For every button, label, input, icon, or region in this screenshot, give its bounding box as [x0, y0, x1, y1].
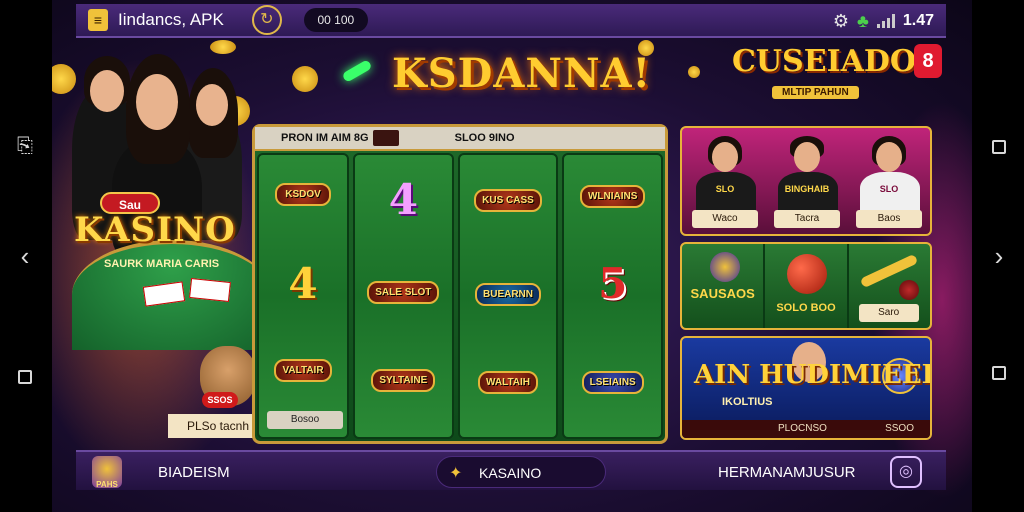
dealer-label: BINGHAIB [784, 184, 830, 194]
slot-symbol: LSEIAINS [564, 371, 661, 394]
bear-badge: SSOS [202, 392, 238, 408]
slot-symbol: BUEARNN [460, 283, 557, 306]
slot-symbol: SALE SLOT [355, 281, 452, 304]
ball-icon [898, 280, 919, 300]
square-icon[interactable] [992, 140, 1006, 154]
dealer-label: SLO [715, 184, 735, 194]
dealer-tag[interactable]: Baos [856, 210, 922, 228]
slot-reel[interactable]: WLNIAINS 5 LSEIAINS [562, 153, 664, 439]
host-face [90, 70, 124, 112]
refresh-button[interactable]: ↻ [251, 5, 282, 35]
mini-game-label: SAUSAOS [690, 286, 755, 301]
dealer-face [876, 142, 902, 172]
dealer-card[interactable]: SLO [688, 136, 764, 212]
slot-symbol: VALTAIR [259, 359, 347, 382]
menu-icon[interactable]: ◎ [890, 456, 922, 488]
bottom-nav-left[interactable]: BIADEISM [158, 464, 230, 481]
slot-symbol: WLNIAINS [564, 185, 661, 208]
left-nav-bar: ⎘ ‹ [0, 0, 50, 512]
slot-reel[interactable]: KSDOV 4 VALTAIR Bosoo [257, 153, 349, 439]
game-emblem [710, 252, 740, 282]
slot-symbol: SYLTAINE [355, 369, 452, 392]
overview-icon[interactable] [992, 366, 1006, 380]
dealer-card[interactable]: SLO [852, 136, 928, 212]
slot-reels: KSDOV 4 VALTAIR Bosoo 4 SALE SLOT SYLTAI… [257, 153, 664, 439]
banner-subtitle: IKOLTIUS [722, 396, 773, 408]
home-icon[interactable] [18, 370, 32, 384]
cards-decoration [189, 277, 231, 303]
bottom-nav-right[interactable]: HERMANAMJUSUR [718, 464, 856, 481]
ball-icon [787, 254, 828, 294]
mini-game-tile[interactable]: SAUSAOS [682, 244, 766, 328]
dice-icon: ✦ [449, 465, 463, 482]
mini-game-tag[interactable]: Saro [858, 304, 919, 322]
slot-header-right: SLOO 9INO [454, 132, 515, 144]
dealer-tag[interactable]: Waco [692, 210, 758, 228]
banner-strip-right: SSOO [885, 423, 914, 434]
slot-symbol: 4 [288, 259, 318, 308]
slot-machine[interactable]: PRON IM AIM 8G SLOO 9INO KSDOV 4 VALTAIR… [252, 124, 668, 444]
hero-banner[interactable]: SAURK MARIA CARIS Sau KASINO SSOS PLSo t… [52, 40, 272, 440]
forward-icon[interactable]: › [987, 243, 1011, 269]
game-frame: ≡ Iindancs, APK ↻ 00 100 ⚙ ♣ 1.47 SAURK … [52, 0, 972, 512]
dealer-tag[interactable]: Tacra [774, 210, 840, 228]
mascot-caption: PAHS [96, 480, 118, 489]
slot-symbol: WALTAIH [460, 371, 557, 394]
slot-header-mark [372, 130, 399, 146]
mini-game-tile[interactable]: SOLO BOO [765, 244, 849, 328]
recent-apps-icon[interactable]: ⎘ [13, 134, 37, 158]
clover-icon: ♣ [857, 10, 869, 31]
dealer-face [712, 142, 738, 172]
bottom-nav-bar: PAHS BIADEISM ✦ KASAINO HERMANAMJUSUR ◎ [76, 450, 946, 490]
banner-strip-left: PLOCNSO [778, 423, 827, 434]
clock-time: 1.47 [902, 12, 934, 29]
chip-decoration [52, 64, 76, 94]
bottom-nav-center-label: KASAINO [479, 465, 542, 481]
dealer-card[interactable]: BINGHAIB [770, 136, 846, 212]
host-face [136, 74, 178, 130]
dealer-label: SLO [879, 184, 899, 194]
slot-header: PRON IM AIM 8G SLOO 9INO [255, 127, 665, 151]
coin-balance: 00 100 [303, 8, 368, 32]
slot-symbol: 4 [388, 175, 418, 224]
banner-title: AIN HUDIMIEED [694, 360, 932, 390]
coin-decoration [688, 66, 700, 78]
slot-footer-label[interactable]: Bosoo [267, 411, 343, 429]
gem-decoration [341, 59, 373, 83]
slot-symbol: KUS CASS [460, 189, 557, 212]
banner-strip: PLOCNSO SSOO [682, 420, 930, 438]
table-text: SAURK MARIA CARIS [104, 258, 220, 270]
host-face [196, 84, 228, 126]
gear-icon[interactable]: ⚙ [833, 11, 849, 32]
coin-decoration [292, 66, 318, 92]
casino-promo-subtitle: MLTIP PAHUN [772, 86, 859, 99]
right-nav-bar: › [974, 0, 1024, 512]
coin-decoration [638, 40, 654, 56]
status-icons: ⚙ ♣ 1.47 [833, 4, 934, 38]
slot-symbol: 5 [598, 259, 628, 308]
mini-games-panel[interactable]: SAUSAOS SOLO BOO Saro [680, 242, 932, 330]
slot-symbol: KSDOV [259, 183, 347, 206]
slot-reel[interactable]: 4 SALE SLOT SYLTAINE [353, 153, 454, 439]
slot-header-left: PRON IM AIM 8G [281, 132, 369, 144]
app-title: Iindancs, APK [118, 10, 224, 29]
chip-decoration [210, 40, 236, 54]
back-icon[interactable]: ‹ [13, 243, 37, 269]
kasino-logo: KASINO [74, 210, 236, 250]
notification-badge[interactable]: 8 [914, 44, 942, 78]
mini-game-label: SOLO BOO [776, 302, 836, 314]
slot-reel[interactable]: KUS CASS BUEARNN WALTAIH [457, 153, 559, 439]
signal-icon [876, 14, 895, 28]
main-title: KSDANNA! [392, 50, 652, 97]
dealer-face [794, 142, 820, 172]
live-dealers-panel[interactable]: SLO BINGHAIB SLO Waco Tacra Baos [680, 126, 932, 236]
promo-banner[interactable]: AIN HUDIMIEED IKOLTIUS PLOCNSO SSOO [680, 336, 932, 440]
mini-game-tile[interactable]: Saro [849, 244, 930, 328]
app-icon[interactable]: ≡ [88, 9, 108, 31]
top-status-bar: ≡ Iindancs, APK ↻ 00 100 ⚙ ♣ 1.47 [76, 4, 946, 38]
casino-promo-title[interactable]: CUSEIADO [732, 44, 916, 79]
bottom-nav-center[interactable]: ✦ KASAINO [436, 456, 606, 488]
